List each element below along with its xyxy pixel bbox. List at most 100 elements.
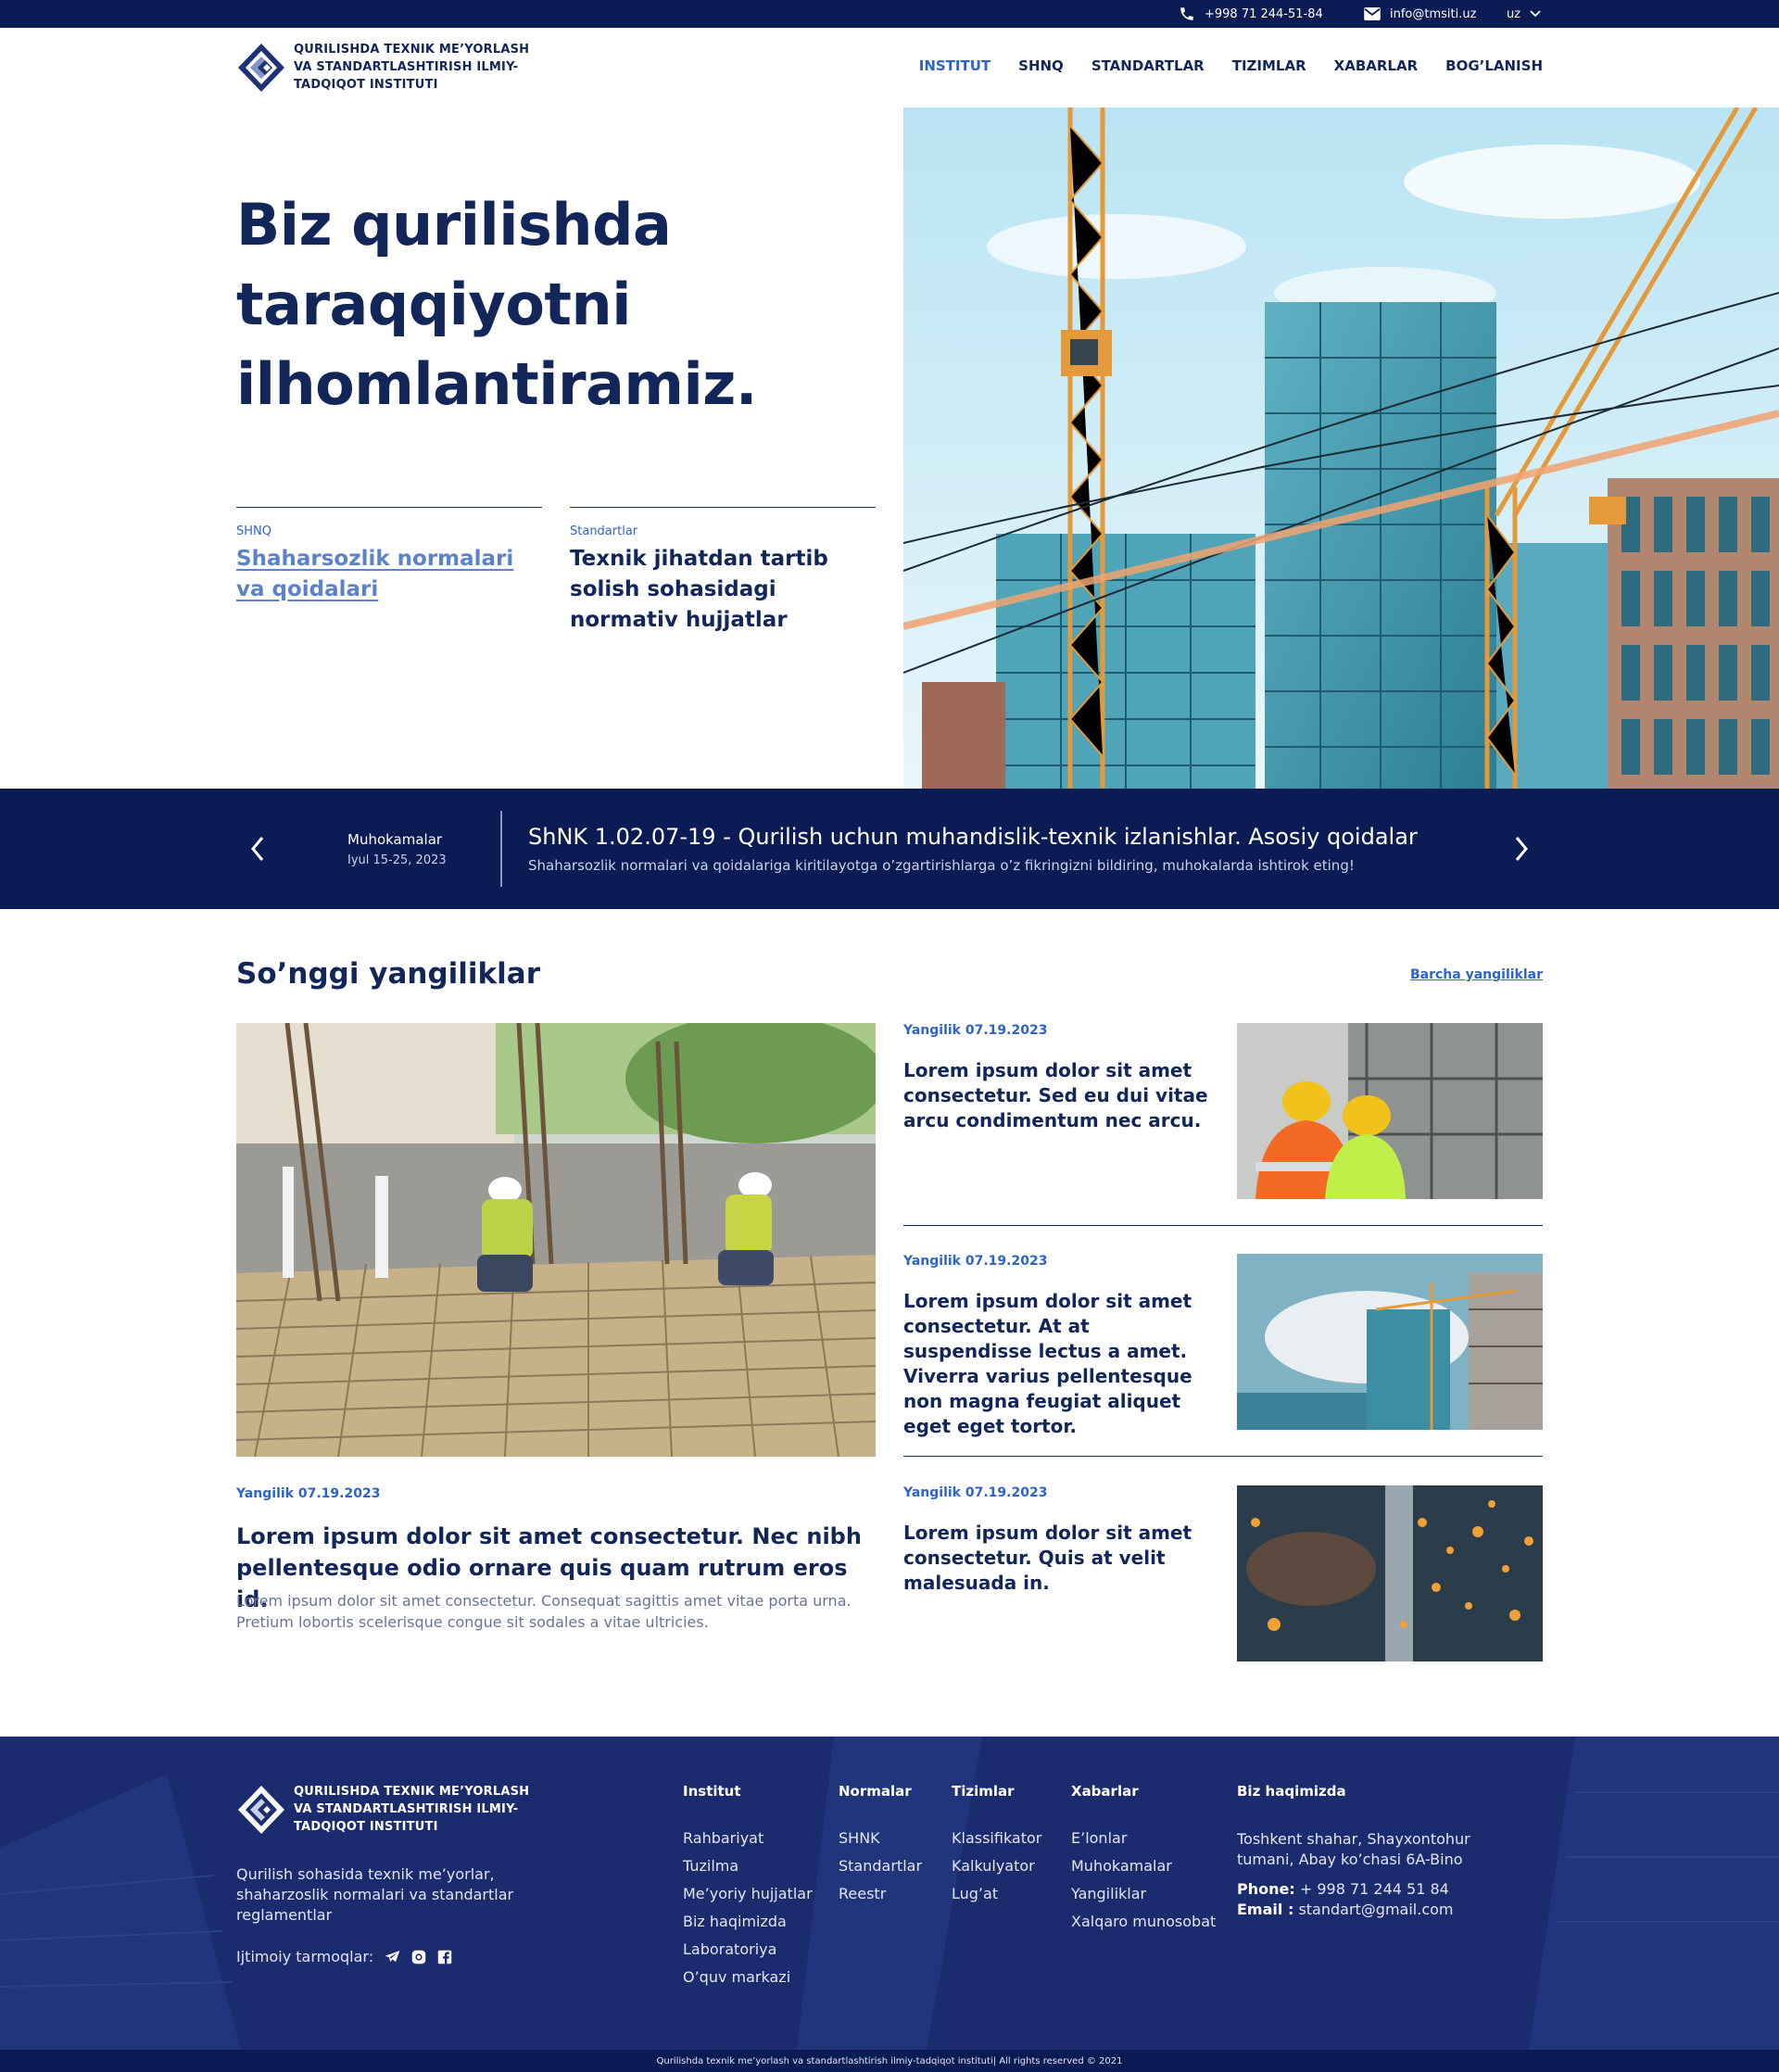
footer-link[interactable]: Kalkulyator: [952, 1857, 1041, 1875]
news-item-title[interactable]: Lorem ipsum dolor sit amet consectetur. …: [903, 1058, 1218, 1133]
main-nav: INSTITUT SHNQ STANDARTLAR TIZIMLAR XABAR…: [919, 57, 1543, 74]
footer-col-institut: Institut Rahbariyat Tuzilma Me’yoriy huj…: [683, 1783, 813, 1996]
footer-link[interactable]: Yangiliklar: [1071, 1885, 1216, 1902]
nav-institut[interactable]: INSTITUT: [919, 57, 990, 74]
news-item-tag: Yangilik 07.19.2023: [903, 1023, 1048, 1038]
footer-logo[interactable]: QURILISHDA TEXNIK ME’YORLASH VA STANDART…: [236, 1783, 535, 1836]
footer-col-tizimlar: Tizimlar Klassifikator Kalkulyator Lug’a…: [952, 1783, 1041, 1913]
topbar-email-text: info@tmsiti.uz: [1390, 6, 1477, 21]
footer-link[interactable]: Klassifikator: [952, 1829, 1041, 1847]
topbar-email[interactable]: info@tmsiti.uz: [1364, 0, 1476, 28]
hero-image-cranes: [903, 107, 1779, 789]
logo-icon: [238, 1785, 284, 1834]
logo-text: QURILISHDA TEXNIK ME’YORLASH VA STANDART…: [294, 43, 530, 92]
nav-shnq[interactable]: SHNQ: [1018, 57, 1064, 74]
footer-phone[interactable]: Phone: + 998 71 244 51 84: [1237, 1879, 1478, 1900]
footer-link[interactable]: O’quv markazi: [683, 1968, 813, 1986]
banner-date: Iyul 15-25, 2023: [347, 853, 447, 867]
hero-card-shnq[interactable]: SHNQ Shaharsozlik normalari va qoidalari: [236, 507, 542, 605]
footer-phone-value: + 998 71 244 51 84: [1299, 1880, 1449, 1898]
footer-link[interactable]: Xalqaro munosobat: [1071, 1913, 1216, 1930]
topbar-phone-text: +998 71 244-51-84: [1205, 6, 1323, 21]
featured-news-tag: Yangilik 07.19.2023: [236, 1486, 381, 1501]
footer-email[interactable]: Email : standart@gmail.com: [1237, 1900, 1478, 1920]
footer-link[interactable]: Laboratoriya: [683, 1940, 813, 1958]
chevron-left-icon: [251, 837, 264, 861]
banner-label: Muhokamalar: [347, 831, 443, 848]
news-item[interactable]: Yangilik 07.19.2023 Lorem ipsum dolor si…: [903, 1023, 1543, 1199]
banner-prev-button[interactable]: [234, 826, 281, 872]
site-footer: QURILISHDA TEXNIK ME’YORLASH VA STANDART…: [0, 1737, 1779, 2072]
footer-link[interactable]: E’lonlar: [1071, 1829, 1216, 1847]
hero-card-title-link[interactable]: Shaharsozlik normalari va qoidalari: [236, 544, 542, 605]
footer-col-heading: Xabarlar: [1071, 1783, 1139, 1800]
footer-col-heading: Tizimlar: [952, 1783, 1015, 1800]
footer-phone-label: Phone:: [1237, 1880, 1295, 1898]
footer-link[interactable]: Lug’at: [952, 1885, 1041, 1902]
nav-tizimlar[interactable]: TIZIMLAR: [1232, 57, 1306, 74]
banner-next-button[interactable]: [1498, 826, 1545, 872]
footer-link[interactable]: Me’yoriy hujjatlar: [683, 1885, 813, 1902]
footer-email-value: standart@gmail.com: [1298, 1901, 1454, 1918]
footer-col-about: Biz haqimizda Toshkent shahar, Shayxonto…: [1237, 1783, 1478, 1920]
language-selector[interactable]: uz: [1507, 0, 1541, 28]
topbar-phone[interactable]: +998 71 244-51-84: [1179, 0, 1323, 28]
news-item-title[interactable]: Lorem ipsum dolor sit amet consectetur. …: [903, 1289, 1218, 1439]
news-item-tag: Yangilik 07.19.2023: [903, 1485, 1048, 1500]
banner-meta: Muhokamalar Iyul 15-25, 2023: [347, 831, 447, 867]
footer-link[interactable]: SHNK: [839, 1829, 922, 1847]
nav-xabarlar[interactable]: XABARLAR: [1334, 57, 1418, 74]
news-item-thumbnail[interactable]: [1237, 1023, 1543, 1199]
nav-boglanish[interactable]: BOG’LANISH: [1445, 57, 1543, 74]
footer-link[interactable]: Rahbariyat: [683, 1829, 813, 1847]
footer-link[interactable]: Muhokamalar: [1071, 1857, 1216, 1875]
language-label: uz: [1507, 6, 1521, 21]
site-logo[interactable]: QURILISHDA TEXNIK ME’YORLASH VA STANDART…: [236, 41, 535, 94]
news-item[interactable]: Yangilik 07.19.2023 Lorem ipsum dolor si…: [903, 1485, 1543, 1661]
footer-col-heading: Institut: [683, 1783, 741, 1800]
footer-description: Qurilish sohasida texnik me’yorlar, shah…: [236, 1865, 514, 1924]
mail-icon: [1364, 7, 1381, 20]
news-divider: [903, 1225, 1543, 1226]
nav-standartlar[interactable]: STANDARTLAR: [1091, 57, 1205, 74]
news-item-thumbnail[interactable]: [1237, 1485, 1543, 1661]
hero-title: Biz qurilishda taraqqiyotni ilhomlantira…: [236, 191, 757, 418]
chevron-right-icon: [1515, 837, 1528, 861]
social-label: Ijtimoiy tarmoqlar:: [236, 1948, 374, 1965]
footer-link[interactable]: Standartlar: [839, 1857, 922, 1875]
footer-link[interactable]: Biz haqimizda: [683, 1913, 813, 1930]
news-heading: So’nggi yangiliklar: [236, 957, 540, 991]
hero-card-title[interactable]: Texnik jihatdan tartib solish sohasidagi…: [570, 544, 876, 636]
featured-news-description: Lorem ipsum dolor sit amet consectetur. …: [236, 1592, 852, 1631]
featured-news-image[interactable]: [236, 1023, 876, 1457]
hero-card-category: SHNQ: [236, 524, 271, 538]
news-item-title[interactable]: Lorem ipsum dolor sit amet consectetur. …: [903, 1521, 1218, 1596]
news-item-thumbnail[interactable]: [1237, 1254, 1543, 1430]
footer-col-xabarlar: Xabarlar E’lonlar Muhokamalar Yangilikla…: [1071, 1783, 1216, 1940]
news-item-tag: Yangilik 07.19.2023: [903, 1254, 1048, 1269]
footer-email-label: Email :: [1237, 1901, 1294, 1918]
phone-icon: [1180, 7, 1193, 20]
hero-card-category: Standartlar: [570, 524, 638, 538]
hero-card-standartlar[interactable]: Standartlar Texnik jihatdan tartib solis…: [570, 507, 876, 636]
all-news-link[interactable]: Barcha yangiliklar: [1410, 967, 1543, 982]
footer-social: Ijtimoiy tarmoqlar:: [236, 1948, 452, 1965]
facebook-icon[interactable]: [437, 1950, 452, 1965]
site-header: QURILISHDA TEXNIK ME’YORLASH VA STANDART…: [0, 28, 1779, 107]
news-item[interactable]: Yangilik 07.19.2023 Lorem ipsum dolor si…: [903, 1254, 1543, 1437]
footer-link[interactable]: Reestr: [839, 1885, 922, 1902]
footer-col-heading: Normalar: [839, 1783, 912, 1800]
discussion-banner: Muhokamalar Iyul 15-25, 2023 ShNK 1.02.0…: [0, 789, 1779, 909]
instagram-icon[interactable]: [411, 1950, 426, 1965]
telegram-icon[interactable]: [385, 1950, 400, 1964]
chevron-down-icon: [1530, 10, 1541, 18]
banner-subtitle: Shaharsozlik normalari va qoidalariga ki…: [528, 857, 1355, 874]
banner-title[interactable]: ShNK 1.02.07-19 - Qurilish uchun muhandi…: [528, 824, 1418, 850]
footer-col-heading: Biz haqimizda: [1237, 1783, 1346, 1800]
banner-separator: [500, 811, 502, 887]
footer-link[interactable]: Tuzilma: [683, 1857, 813, 1875]
footer-logo-text: QURILISHDA TEXNIK ME’YORLASH VA STANDART…: [294, 1785, 530, 1834]
footer-copyright: Qurilishda texnik me’yorlash va standart…: [0, 2050, 1779, 2072]
top-bar: +998 71 244-51-84 info@tmsiti.uz uz: [0, 0, 1779, 28]
footer-address: Toshkent shahar, Shayxontohur tumani, Ab…: [1237, 1830, 1470, 1868]
